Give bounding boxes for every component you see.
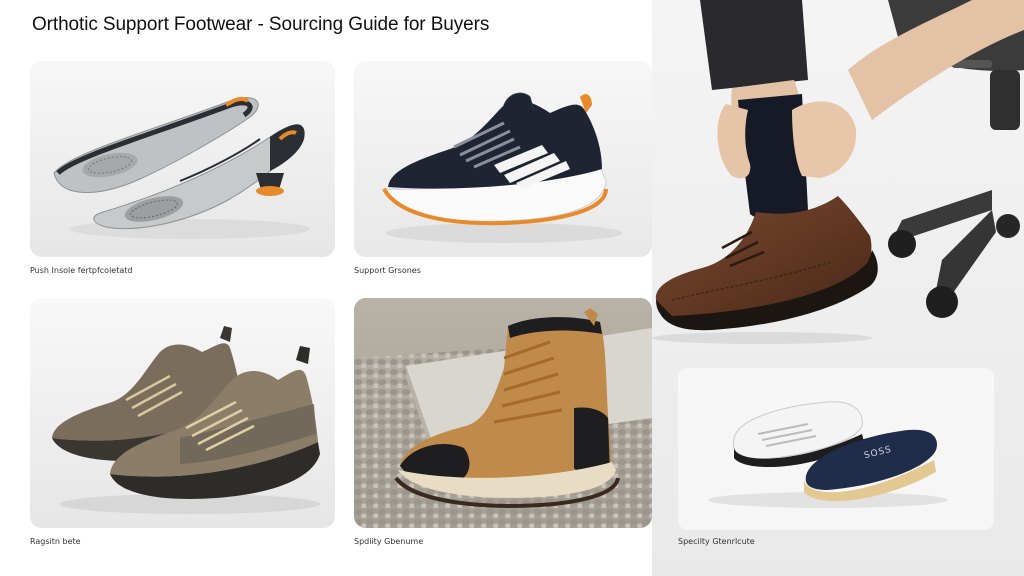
feature-inset-specialty[interactable]: SOSS bbox=[678, 368, 994, 530]
card-caption-hiking-shoe: Ragsitn bete bbox=[30, 537, 81, 546]
product-card-work-boot[interactable] bbox=[354, 298, 652, 528]
hiking-shoe-icon bbox=[30, 298, 335, 528]
product-card-hiking-shoe[interactable] bbox=[30, 298, 335, 528]
sneaker-icon bbox=[354, 61, 652, 257]
page-title: Orthotic Support Footwear - Sourcing Gui… bbox=[32, 14, 490, 35]
card-caption-insoles: Push Insole fertpfcoletatd bbox=[30, 266, 133, 275]
feature-inset-caption: Specilty Gtenrlcute bbox=[678, 537, 755, 546]
card-caption-work-boot: Spdiity Gbenume bbox=[354, 537, 424, 546]
card-caption-sneaker: Support Grsones bbox=[354, 266, 421, 275]
work-boot-icon bbox=[354, 298, 652, 528]
insoles-icon bbox=[30, 61, 335, 257]
product-card-insoles[interactable] bbox=[30, 61, 335, 257]
product-card-sneaker[interactable] bbox=[354, 61, 652, 257]
orthotic-slip-on-icon bbox=[678, 368, 994, 530]
